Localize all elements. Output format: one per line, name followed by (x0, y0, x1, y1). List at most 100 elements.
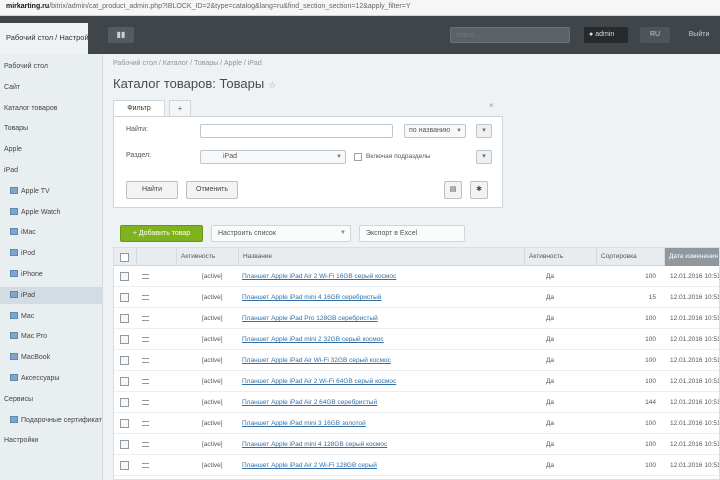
add-product-button[interactable]: + Добавить товар (120, 225, 203, 242)
column-header-sort[interactable]: Сортировка (596, 248, 664, 266)
filter-settings-icon[interactable]: ✱ (470, 181, 488, 199)
global-search-input[interactable] (450, 27, 570, 43)
sidebar-item[interactable]: Рабочий стол (0, 58, 102, 75)
filter-section-options-button[interactable]: ▾ (476, 150, 492, 164)
sidebar-item[interactable]: iPad (0, 286, 102, 304)
excel-export-button[interactable]: Экспорт в Excel (359, 225, 465, 242)
row-checkbox[interactable] (120, 398, 129, 407)
filter-close-icon[interactable]: × (489, 101, 494, 110)
row-name-link[interactable]: Планшет Apple iPad Air 2 64GB серебристы… (242, 392, 522, 413)
sidebar: Рабочий стол Сайт Каталог товаров Товары App… (0, 54, 103, 480)
table-row[interactable]: [active] Планшет Apple iPad Air 2 Wi-Fi 1… (114, 266, 719, 287)
main-content: Рабочий стол / Каталог / Товары / Apple … (103, 54, 720, 480)
row-status: [active] (202, 399, 223, 406)
row-actions-icon[interactable] (142, 295, 149, 300)
logout-link[interactable]: Выйти (686, 27, 712, 43)
sidebar-item[interactable]: Аксессуары (0, 370, 102, 387)
row-checkbox[interactable] (120, 419, 129, 428)
column-header-date[interactable]: Дата изменения (664, 248, 719, 266)
row-actions-icon[interactable] (142, 463, 149, 468)
sidebar-item[interactable]: Apple Watch (0, 204, 102, 221)
row-actions-icon[interactable] (142, 337, 149, 342)
address-bar[interactable]: mirkarting.ru/bitrix/admin/cat_product_a… (0, 0, 720, 16)
row-checkbox[interactable] (120, 293, 129, 302)
tab-desktop[interactable]: Рабочий стол / Настройки (0, 23, 88, 54)
sidebar-item[interactable]: iPad (0, 162, 102, 179)
table-row[interactable]: [active] Планшет Apple iPad mini 4 16GB с… (114, 287, 719, 308)
table-row[interactable]: [active] Планшет Apple iPad Pro 128GB сер… (114, 308, 719, 329)
row-checkbox[interactable] (120, 440, 129, 449)
sidebar-item[interactable]: Настройки (0, 432, 102, 449)
folder-icon (10, 186, 18, 194)
list-settings-button[interactable]: Настроить список ▼ (211, 225, 351, 242)
sidebar-item[interactable]: MacBook (0, 349, 102, 366)
filter-tab[interactable]: Фильтр (113, 100, 165, 117)
row-name-link[interactable]: Планшет Apple iPad mini 4 128GB серый ко… (242, 434, 522, 455)
list-toolbar: + Добавить товар Настроить список ▼ Экспо… (113, 223, 720, 245)
sidebar-item-label: iPad (21, 291, 36, 299)
row-name-link[interactable]: Планшет Apple iPad Air Wi-Fi 32GB серый … (242, 350, 522, 371)
sidebar-item[interactable]: Сайт (0, 79, 102, 96)
sidebar-item[interactable]: iMac (0, 224, 102, 241)
find-button[interactable]: Найти (126, 181, 178, 199)
row-actions-icon[interactable] (142, 316, 149, 321)
row-actions-icon[interactable] (142, 400, 149, 405)
row-actions-icon[interactable] (142, 358, 149, 363)
table-row[interactable]: [active] Планшет Apple iPad Air 2 64GB се… (114, 392, 719, 413)
sidebar-item[interactable]: Mac (0, 308, 102, 325)
filter-add-tab-button[interactable]: + (169, 100, 191, 117)
include-subsections-label: Включая подразделы (366, 153, 431, 160)
sidebar-item[interactable]: Сервисы (0, 391, 102, 408)
sidebar-item-label: Сайт (4, 83, 21, 91)
row-checkbox[interactable] (120, 272, 129, 281)
column-header-active[interactable]: Активность (524, 248, 596, 266)
row-name-link[interactable]: Планшет Apple iPad mini 2 32GB серый кос… (242, 329, 522, 350)
sidebar-item[interactable]: Apple TV (0, 183, 102, 200)
row-name-link[interactable]: Планшет Apple iPad mini 4 16GB серебрист… (242, 287, 522, 308)
row-actions-icon[interactable] (142, 379, 149, 384)
row-checkbox[interactable] (120, 356, 129, 365)
select-all-checkbox[interactable] (120, 253, 129, 262)
cancel-button[interactable]: Отменить (186, 181, 238, 199)
filter-name-mode-select[interactable]: по названию ▼ (404, 124, 466, 138)
table-row[interactable]: [active] Планшет Apple iPad Air 2 Wi-Fi 1… (114, 455, 719, 476)
row-checkbox[interactable] (120, 335, 129, 344)
sidebar-item[interactable]: Подарочные сертификаты (0, 412, 102, 429)
language-button[interactable]: RU (640, 27, 670, 43)
sidebar-item[interactable]: Товары (0, 120, 102, 137)
include-subsections-checkbox[interactable] (354, 153, 362, 161)
row-checkbox[interactable] (120, 314, 129, 323)
row-name-link[interactable]: Планшет Apple iPad mini 3 16GB золотой (242, 413, 522, 434)
products-table: Активность Название Активность Сортировк… (113, 247, 720, 480)
menu-toggle-icon[interactable]: ▮▮ (108, 27, 134, 43)
row-actions-icon[interactable] (142, 274, 149, 279)
row-actions-icon[interactable] (142, 421, 149, 426)
sidebar-item[interactable]: iPod (0, 245, 102, 262)
favorite-star-icon[interactable]: ☆ (268, 80, 276, 90)
column-header-name[interactable]: Название (238, 248, 524, 266)
filter-section-select[interactable]: iPad ▼ (200, 150, 346, 164)
filter-save-icon[interactable]: ▤ (444, 181, 462, 199)
breadcrumb[interactable]: Рабочий стол / Каталог / Товары / Apple … (113, 60, 262, 67)
sidebar-item[interactable]: Mac Pro (0, 328, 102, 345)
sidebar-item[interactable]: Каталог товаров (0, 100, 102, 117)
user-menu-button[interactable]: ● admin (584, 27, 628, 43)
row-name-link[interactable]: Планшет Apple iPad Pro 128GB серебристый (242, 308, 522, 329)
column-header-status[interactable]: Активность (176, 248, 238, 266)
table-row[interactable]: [active] Планшет Apple iPad mini 3 16GB з… (114, 413, 719, 434)
filter-name-input[interactable] (200, 124, 393, 138)
row-checkbox[interactable] (120, 461, 129, 470)
table-row[interactable]: [active] Планшет Apple iPad mini 4 128GB … (114, 434, 719, 455)
sidebar-item[interactable]: Apple (0, 141, 102, 158)
row-status: [active] (202, 462, 223, 469)
table-row[interactable]: [active] Планшет Apple iPad Air 2 Wi-Fi 6… (114, 371, 719, 392)
row-checkbox[interactable] (120, 377, 129, 386)
sidebar-item[interactable]: iPhone (0, 266, 102, 283)
row-name-link[interactable]: Планшет Apple iPad Air 2 Wi-Fi 16GB серы… (242, 266, 522, 287)
row-name-link[interactable]: Планшет Apple iPad Air 2 Wi-Fi 128GB сер… (242, 455, 522, 476)
table-row[interactable]: [active] Планшет Apple iPad Air Wi-Fi 32G… (114, 350, 719, 371)
filter-name-options-button[interactable]: ▾ (476, 124, 492, 138)
row-actions-icon[interactable] (142, 442, 149, 447)
row-name-link[interactable]: Планшет Apple iPad Air 2 Wi-Fi 64GB серы… (242, 371, 522, 392)
table-row[interactable]: [active] Планшет Apple iPad mini 2 32GB с… (114, 329, 719, 350)
